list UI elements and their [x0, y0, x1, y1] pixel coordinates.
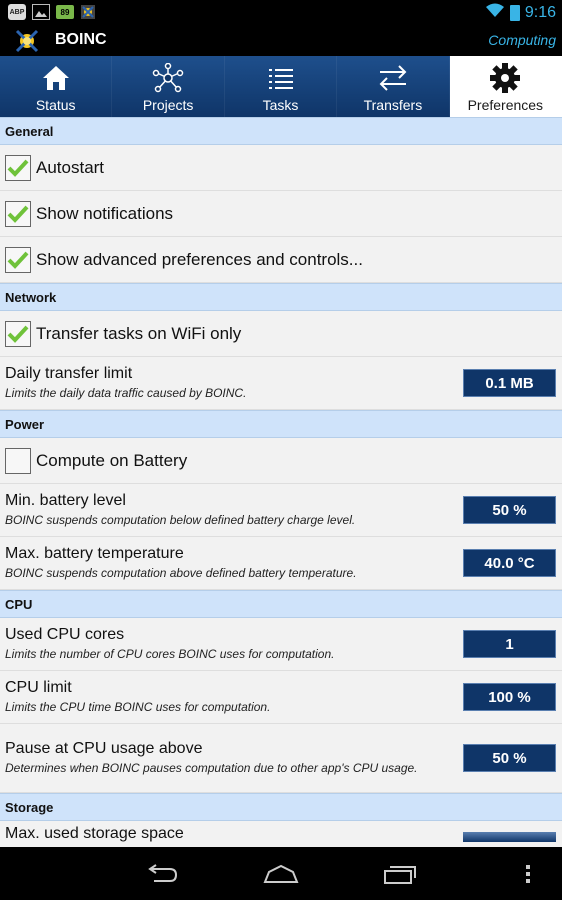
- tab-tasks[interactable]: Tasks: [225, 56, 338, 117]
- checkmark-icon: [7, 159, 29, 177]
- wifi-only-checkbox[interactable]: [5, 320, 31, 347]
- tab-label: Projects: [142, 97, 194, 113]
- checkmark-icon: [7, 325, 29, 343]
- min-battery-level-value[interactable]: 50 %: [463, 496, 556, 524]
- max-battery-temp-title: Max. battery temperature: [5, 545, 184, 562]
- pause-cpu-usage-desc: Determines when BOINC pauses computation…: [5, 761, 418, 775]
- show-advanced-row[interactable]: Show advanced preferences and controls..…: [0, 237, 562, 283]
- recent-apps-icon[interactable]: [381, 861, 421, 887]
- used-cpu-cores-value[interactable]: 1: [463, 630, 556, 658]
- pause-cpu-usage-row[interactable]: Pause at CPU usage above Determines when…: [0, 724, 562, 793]
- max-storage-row[interactable]: Max. used storage space: [0, 821, 562, 842]
- image-notification-icon: [32, 4, 50, 20]
- min-battery-level-title: Min. battery level: [5, 492, 126, 509]
- wifi-only-label: Transfer tasks on WiFi only: [36, 323, 242, 343]
- daily-transfer-limit-title: Daily transfer limit: [5, 365, 133, 382]
- network-icon: [152, 62, 184, 94]
- tab-status[interactable]: Status: [0, 56, 113, 117]
- section-header-network: Network: [0, 283, 562, 311]
- daily-transfer-limit-row[interactable]: Daily transfer limit Limits the daily da…: [0, 357, 562, 410]
- autostart-label: Autostart: [36, 157, 105, 177]
- checkmark-icon: [7, 205, 29, 223]
- battery-notification-icon: 89: [56, 5, 74, 19]
- used-cpu-cores-row[interactable]: Used CPU cores Limits the number of CPU …: [0, 618, 562, 671]
- app-title: BOINC: [55, 31, 107, 48]
- show-notifications-row[interactable]: Show notifications: [0, 191, 562, 237]
- tab-label: Status: [35, 97, 76, 113]
- compute-on-battery-row[interactable]: Compute on Battery: [0, 438, 562, 484]
- clock: 9:16: [524, 3, 556, 21]
- section-header-storage: Storage: [0, 793, 562, 821]
- max-storage-title: Max. used storage space: [5, 825, 184, 842]
- tab-label: Tasks: [262, 97, 299, 113]
- section-header-power: Power: [0, 410, 562, 438]
- tab-transfers[interactable]: Transfers: [337, 56, 450, 117]
- boinc-notification-icon: [80, 4, 96, 20]
- abp-icon: ABP: [8, 4, 26, 20]
- navigation-bar: [0, 847, 562, 900]
- tab-projects[interactable]: Projects: [112, 56, 225, 117]
- home-icon: [40, 62, 72, 94]
- pause-cpu-usage-title: Pause at CPU usage above: [5, 740, 203, 757]
- tab-bar: Status Projects Tasks Transfers Preferen…: [0, 56, 562, 117]
- max-battery-temp-row[interactable]: Max. battery temperature BOINC suspends …: [0, 537, 562, 590]
- show-notifications-label: Show notifications: [36, 203, 174, 223]
- boinc-logo-icon: [14, 28, 40, 54]
- gear-icon: [489, 62, 521, 94]
- cpu-limit-row[interactable]: CPU limit Limits the CPU time BOINC uses…: [0, 671, 562, 724]
- min-battery-level-row[interactable]: Min. battery level BOINC suspends comput…: [0, 484, 562, 537]
- cpu-limit-desc: Limits the CPU time BOINC uses for compu…: [5, 700, 271, 714]
- cpu-limit-title: CPU limit: [5, 679, 72, 696]
- checkmark-icon: [7, 251, 29, 269]
- preferences-list[interactable]: General Autostart Show notifications Sho…: [0, 117, 562, 847]
- used-cpu-cores-title: Used CPU cores: [5, 626, 125, 643]
- overflow-menu-icon[interactable]: [518, 861, 538, 887]
- daily-transfer-limit-value[interactable]: 0.1 MB: [463, 369, 556, 397]
- daily-transfer-limit-desc: Limits the daily data traffic caused by …: [5, 386, 247, 400]
- show-notifications-checkbox[interactable]: [5, 200, 31, 227]
- home-nav-icon[interactable]: [261, 861, 301, 887]
- list-icon: [265, 62, 297, 94]
- autostart-row[interactable]: Autostart: [0, 145, 562, 191]
- show-advanced-label: Show advanced preferences and controls..…: [36, 249, 363, 269]
- cpu-limit-value[interactable]: 100 %: [463, 683, 556, 711]
- transfer-arrows-icon: [377, 62, 409, 94]
- tab-label: Preferences: [467, 97, 544, 113]
- max-storage-value[interactable]: [463, 832, 556, 842]
- compute-on-battery-label: Compute on Battery: [36, 450, 188, 470]
- autostart-checkbox[interactable]: [5, 154, 31, 181]
- min-battery-level-desc: BOINC suspends computation below defined…: [5, 513, 356, 527]
- wifi-only-row[interactable]: Transfer tasks on WiFi only: [0, 311, 562, 357]
- tab-label: Transfers: [363, 97, 423, 113]
- status-bar: ABP 89 9:16: [0, 0, 562, 25]
- section-header-cpu: CPU: [0, 590, 562, 618]
- section-header-general: General: [0, 117, 562, 145]
- max-battery-temp-value[interactable]: 40.0 °C: [463, 549, 556, 577]
- show-advanced-checkbox[interactable]: [5, 246, 31, 273]
- back-icon[interactable]: [141, 861, 181, 887]
- app-bar: BOINC Computing: [0, 25, 562, 56]
- tab-preferences[interactable]: Preferences: [449, 56, 562, 117]
- used-cpu-cores-desc: Limits the number of CPU cores BOINC use…: [5, 647, 335, 661]
- battery-icon: [509, 4, 520, 21]
- computing-status: Computing: [488, 32, 556, 48]
- max-battery-temp-desc: BOINC suspends computation above defined…: [5, 566, 357, 580]
- wifi-icon: [485, 2, 505, 23]
- compute-on-battery-checkbox[interactable]: [5, 447, 31, 474]
- pause-cpu-usage-value[interactable]: 50 %: [463, 744, 556, 772]
